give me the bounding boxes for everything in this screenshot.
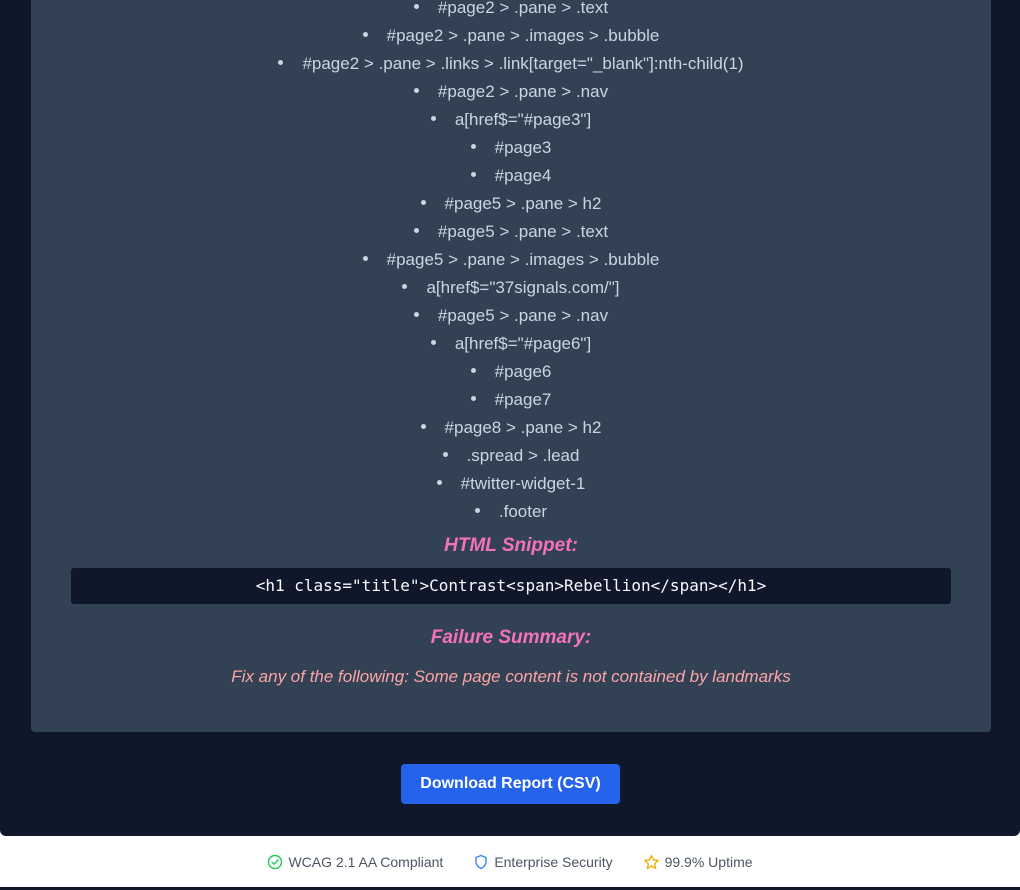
selector-text: #twitter-widget-1 (460, 474, 586, 493)
selector-item: #twitter-widget-1 (31, 470, 991, 498)
bullet-icon (362, 256, 368, 262)
selector-text: #page2 > .pane > .nav (437, 82, 609, 101)
download-report-button[interactable]: Download Report (CSV) (401, 764, 620, 804)
selector-item: #page2 > .pane > .text (31, 0, 991, 22)
selector-item: #page6 (31, 358, 991, 386)
selector-text: a[href$="37signals.com/"] (426, 278, 620, 297)
bullet-icon (420, 424, 426, 430)
report-container: #page2 > .pane > .text #page2 > .pane > … (0, 0, 1020, 836)
selector-text: #page5 > .pane > h2 (444, 194, 602, 213)
selector-item: #page2 > .pane > .links > .link[target="… (31, 50, 991, 78)
trust-badges: WCAG 2.1 AA Compliant Enterprise Securit… (0, 850, 1020, 874)
selector-text: #page5 > .pane > .images > .bubble (386, 250, 660, 269)
security-badge: Enterprise Security (473, 854, 613, 870)
affected-selectors-list: #page2 > .pane > .text #page2 > .pane > … (31, 0, 991, 526)
selector-text: .spread > .lead (466, 446, 580, 465)
selector-text: .footer (498, 502, 548, 521)
bullet-icon (470, 368, 476, 374)
violation-details-panel: #page2 > .pane > .text #page2 > .pane > … (31, 0, 991, 732)
selector-text: #page2 > .pane > .text (437, 0, 609, 17)
shield-icon (473, 854, 489, 870)
selector-text: #page8 > .pane > h2 (444, 418, 602, 437)
bullet-icon (413, 88, 419, 94)
selector-text: #page5 > .pane > .text (437, 222, 609, 241)
bullet-icon (413, 312, 419, 318)
uptime-badge-label: 99.9% Uptime (664, 854, 753, 870)
bullet-icon (470, 144, 476, 150)
selector-item: #page4 (31, 162, 991, 190)
selector-text: #page7 (494, 390, 552, 409)
bullet-icon (430, 340, 436, 346)
selector-text: #page4 (494, 166, 552, 185)
bullet-icon (413, 228, 419, 234)
failure-summary-heading: Failure Summary: (430, 627, 592, 648)
bullet-icon (430, 116, 436, 122)
selector-item: #page7 (31, 386, 991, 414)
selector-text: a[href$="#page6"] (454, 334, 592, 353)
selector-item: a[href$="37signals.com/"] (31, 274, 991, 302)
failure-summary-text: Fix any of the following: Some page cont… (231, 667, 791, 686)
selector-item: #page2 > .pane > .images > .bubble (31, 22, 991, 50)
selector-text: #page2 > .pane > .images > .bubble (386, 26, 660, 45)
bullet-icon (413, 4, 419, 10)
selector-item: #page2 > .pane > .nav (31, 78, 991, 106)
selector-item: .footer (31, 498, 991, 526)
bullet-icon (474, 508, 480, 514)
selector-item: .spread > .lead (31, 442, 991, 470)
html-snippet-code: <h1 class="title">Contrast<span>Rebellio… (71, 568, 951, 604)
bullet-icon (470, 396, 476, 402)
bullet-icon (402, 284, 408, 290)
html-snippet-heading: HTML Snippet: (444, 535, 578, 556)
selector-item: #page3 (31, 134, 991, 162)
selector-text: #page5 > .pane > .nav (437, 306, 609, 325)
selector-item: #page5 > .pane > h2 (31, 190, 991, 218)
selector-item: #page8 > .pane > h2 (31, 414, 991, 442)
selector-text: a[href$="#page3"] (454, 110, 592, 129)
selector-item: a[href$="#page3"] (31, 106, 991, 134)
bullet-icon (278, 60, 284, 66)
selector-text: #page3 (494, 138, 552, 157)
check-circle-icon (267, 854, 283, 870)
wcag-badge: WCAG 2.1 AA Compliant (267, 854, 443, 870)
bullet-icon (470, 172, 476, 178)
uptime-badge: 99.9% Uptime (643, 854, 753, 871)
selector-item: #page5 > .pane > .text (31, 218, 991, 246)
bullet-icon (362, 32, 368, 38)
security-badge-label: Enterprise Security (494, 854, 613, 870)
selector-item: #page5 > .pane > .images > .bubble (31, 246, 991, 274)
selector-text: #page6 (494, 362, 552, 381)
bullet-icon (436, 480, 442, 486)
selector-text: #page2 > .pane > .links > .link[target="… (302, 54, 744, 73)
wcag-badge-label: WCAG 2.1 AA Compliant (288, 854, 444, 870)
bullet-icon (442, 452, 448, 458)
selector-item: a[href$="#page6"] (31, 330, 991, 358)
selector-item: #page5 > .pane > .nav (31, 302, 991, 330)
bullet-icon (420, 200, 426, 206)
star-icon (643, 854, 660, 871)
